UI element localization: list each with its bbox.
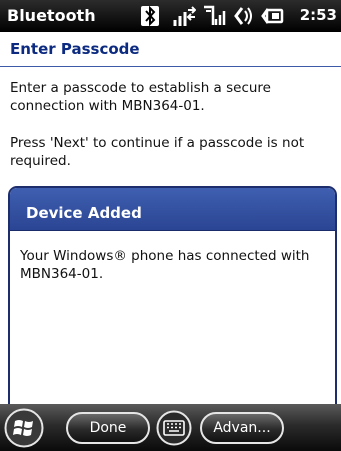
passcode-instruction: Enter a passcode to establish a secure c…	[10, 80, 271, 114]
next-instruction: Press 'Next' to continue if a passcode i…	[10, 135, 305, 169]
app-title: Bluetooth	[7, 6, 96, 25]
battery-icon[interactable]	[260, 5, 284, 27]
done-button[interactable]: Done	[66, 412, 150, 444]
keyboard-toggle-icon[interactable]	[156, 410, 192, 446]
bluetooth-icon[interactable]	[140, 5, 160, 27]
status-bar: Bluetooth 2:53	[0, 0, 341, 32]
dialog-title: Device Added	[26, 204, 142, 222]
clock[interactable]: 2:53	[300, 6, 337, 24]
data-connection-icon[interactable]	[172, 5, 196, 27]
title-divider	[0, 66, 341, 67]
signal-strength-icon[interactable]	[202, 5, 226, 27]
windows-start-button[interactable]	[4, 408, 44, 448]
advanced-button[interactable]: Advan...	[200, 412, 284, 444]
dialog-message: Your Windows® phone has connected with M…	[20, 248, 310, 282]
device-added-dialog: Device Added Your Windows® phone has con…	[8, 186, 337, 430]
volume-icon[interactable]	[232, 5, 254, 27]
softkey-bar: Done Advan...	[0, 404, 341, 451]
page-title: Enter Passcode	[10, 40, 140, 58]
